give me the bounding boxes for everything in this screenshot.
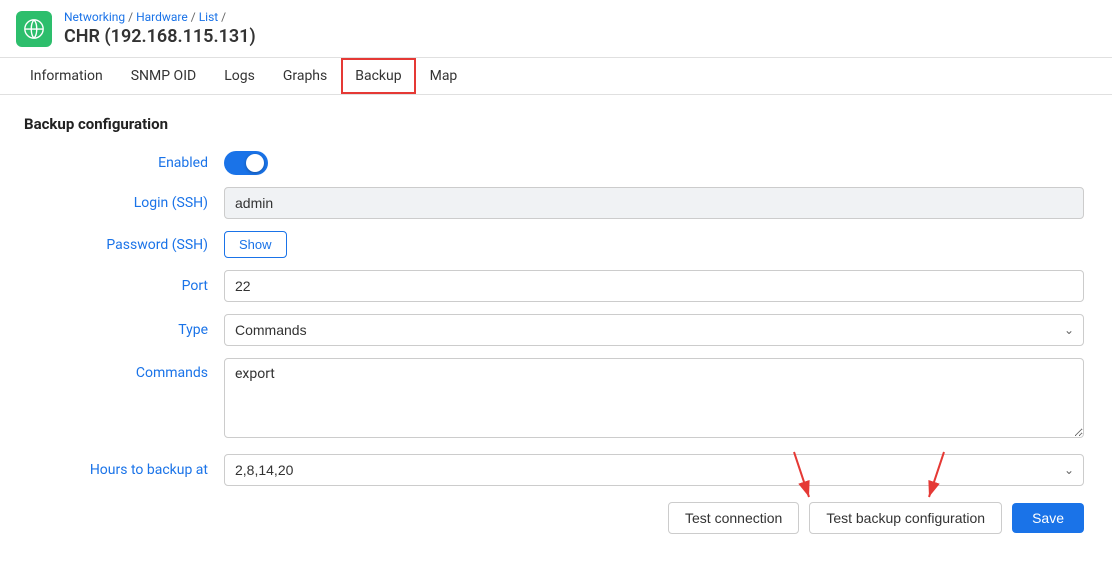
port-input[interactable] [224, 270, 1084, 302]
login-input[interactable] [224, 187, 1084, 219]
breadcrumb-networking[interactable]: Networking [64, 10, 125, 24]
password-label: Password (SSH) [24, 237, 224, 253]
hours-label: Hours to backup at [24, 462, 224, 478]
page-title: CHR (192.168.115.131) [64, 26, 256, 47]
password-control: Show [224, 231, 1084, 258]
save-button[interactable]: Save [1012, 503, 1084, 533]
breadcrumb-hardware[interactable]: Hardware [136, 10, 188, 24]
form-row-login: Login (SSH) [24, 187, 1084, 219]
login-control [224, 187, 1084, 219]
tab-snmp[interactable]: SNMP OID [117, 58, 210, 94]
hours-control: 2,8,14,20 ⌄ [224, 454, 1084, 486]
tab-map[interactable]: Map [416, 58, 472, 94]
breadcrumb: Networking / Hardware / List / [64, 10, 256, 24]
actions-row: Test connection Test backup configuratio… [24, 502, 1084, 534]
hours-select-wrapper: 2,8,14,20 ⌄ [224, 454, 1084, 486]
form-row-enabled: Enabled [24, 151, 1084, 175]
header-title-area: Networking / Hardware / List / CHR (192.… [64, 10, 256, 47]
hours-select[interactable]: 2,8,14,20 [224, 454, 1084, 486]
form-row-port: Port [24, 270, 1084, 302]
tab-information[interactable]: Information [16, 58, 117, 94]
form-row-hours: Hours to backup at 2,8,14,20 ⌄ [24, 454, 1084, 486]
commands-control: export [224, 358, 1084, 442]
enabled-control [224, 151, 1084, 175]
port-label: Port [24, 278, 224, 294]
type-select[interactable]: Commands File Script [224, 314, 1084, 346]
enabled-label: Enabled [24, 155, 224, 171]
toggle-wrapper [224, 151, 1084, 175]
show-password-button[interactable]: Show [224, 231, 287, 258]
tab-graphs[interactable]: Graphs [269, 58, 341, 94]
main-content: Backup configuration Enabled Login (SSH)… [0, 95, 1112, 554]
breadcrumb-sep2: / [191, 10, 199, 24]
type-control: Commands File Script ⌄ [224, 314, 1084, 346]
login-label: Login (SSH) [24, 195, 224, 211]
breadcrumb-sep1: / [128, 10, 136, 24]
tab-logs[interactable]: Logs [210, 58, 269, 94]
breadcrumb-list[interactable]: List [199, 10, 219, 24]
test-backup-button[interactable]: Test backup configuration [809, 502, 1002, 534]
form-container: Backup configuration Enabled Login (SSH)… [24, 115, 1084, 534]
test-connection-button[interactable]: Test connection [668, 502, 799, 534]
type-select-wrapper: Commands File Script ⌄ [224, 314, 1084, 346]
form-row-commands: Commands export [24, 358, 1084, 442]
breadcrumb-sep3: / [221, 10, 226, 24]
form-row-type: Type Commands File Script ⌄ [24, 314, 1084, 346]
tab-backup[interactable]: Backup [341, 58, 415, 94]
enabled-toggle[interactable] [224, 151, 268, 175]
logo [16, 11, 52, 47]
type-label: Type [24, 322, 224, 338]
port-control [224, 270, 1084, 302]
commands-label: Commands [24, 358, 224, 381]
header: Networking / Hardware / List / CHR (192.… [0, 0, 1112, 58]
tabs-bar: Information SNMP OID Logs Graphs Backup … [0, 58, 1112, 95]
section-title: Backup configuration [24, 115, 1084, 133]
form-row-password: Password (SSH) Show [24, 231, 1084, 258]
commands-textarea[interactable]: export [224, 358, 1084, 438]
arrows-overlay: Test connection Test backup configuratio… [24, 502, 1084, 534]
